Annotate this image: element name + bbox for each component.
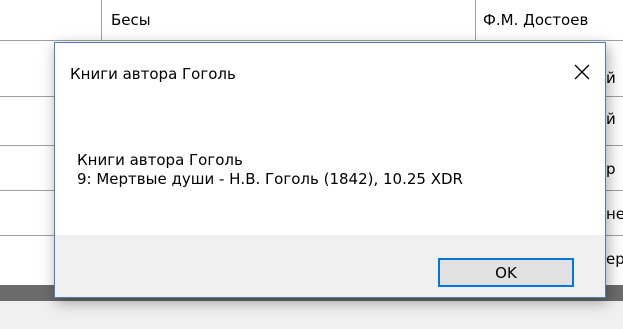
table-cell-clipped[interactable]: ер — [606, 250, 623, 268]
message-line: Книги автора Гоголь — [77, 151, 243, 169]
status-strip — [0, 301, 623, 329]
close-button[interactable] — [565, 57, 599, 87]
column-divider — [101, 0, 102, 40]
dialog-title: Книги автора Гоголь — [70, 65, 236, 83]
table-cell-clipped[interactable]: й — [606, 69, 616, 87]
ok-button[interactable]: OK — [438, 258, 574, 287]
message-dialog: Книги автора Гоголь Книги автора Гоголь … — [54, 42, 606, 298]
column-divider — [475, 0, 476, 40]
table-cell-clipped[interactable]: й — [606, 110, 616, 128]
table-cell-author[interactable]: Ф.М. Достоев — [483, 11, 588, 29]
table-cell-title[interactable]: Бесы — [111, 11, 151, 29]
table-cell-clipped[interactable]: не — [606, 205, 623, 223]
message-line: 9: Мертвые души - Н.В. Гоголь (1842), 10… — [77, 170, 463, 188]
dialog-footer: OK — [55, 235, 605, 297]
close-icon — [574, 64, 590, 80]
dialog-message: Книги автора Гоголь 9: Мертвые души - Н.… — [77, 151, 463, 189]
table-cell-clipped[interactable]: р — [606, 160, 616, 178]
row-divider — [0, 40, 623, 41]
